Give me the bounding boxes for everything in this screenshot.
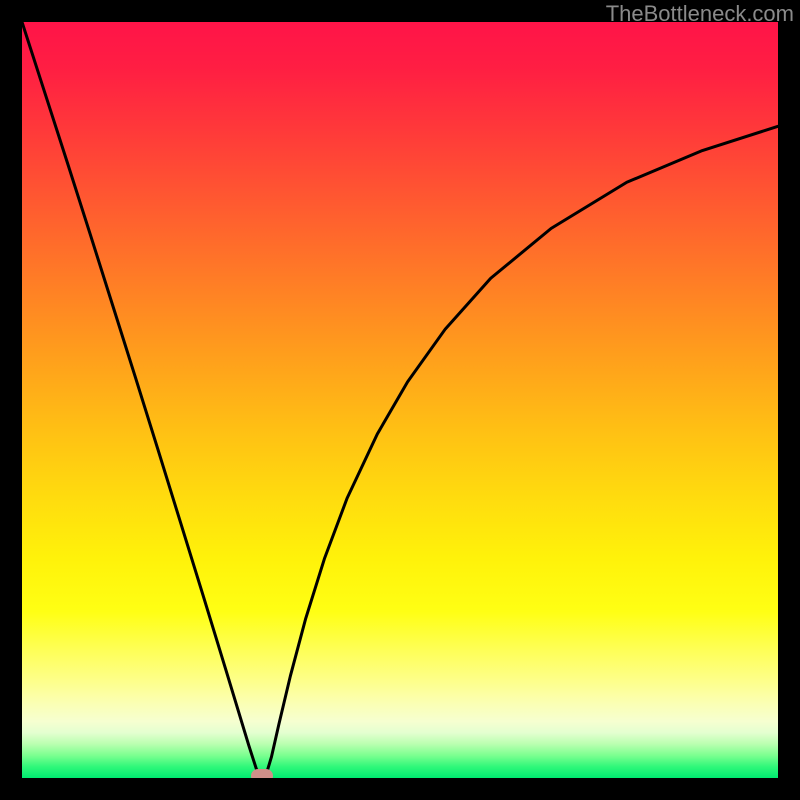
plot-area bbox=[22, 22, 778, 778]
bottleneck-curve bbox=[22, 22, 778, 778]
optimum-marker bbox=[251, 769, 273, 778]
outer-frame: TheBottleneck.com bbox=[0, 0, 800, 800]
watermark-text: TheBottleneck.com bbox=[606, 1, 794, 27]
